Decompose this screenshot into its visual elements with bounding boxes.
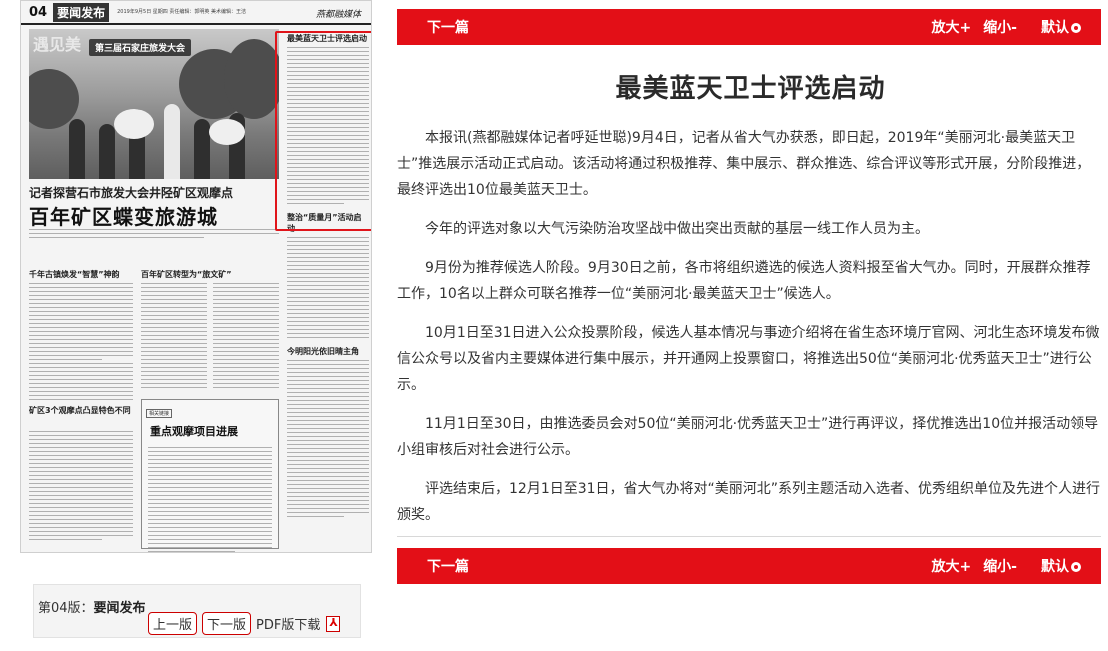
edition-name: 要闻发布	[93, 601, 146, 616]
paper-text-column	[29, 283, 133, 403]
paper-box-label: 相关链接	[146, 409, 173, 418]
newspaper-panel: 04 要闻发布 2019年9月5日 星期四 责任编辑：郭明英 美术编辑：王洁 燕…	[20, 0, 372, 553]
next-edition-button[interactable]: 下一版	[202, 612, 252, 635]
default-size-button[interactable]: 默认	[1029, 556, 1081, 576]
newspaper-page-image[interactable]: 04 要闻发布 2019年9月5日 星期四 责任编辑：郭明英 美术编辑：王洁 燕…	[20, 0, 372, 553]
article-paragraph: 10月1日至31日进入公众投票阶段，候选人基本情况与事迹介绍将在省生态环境厅官网…	[397, 325, 1100, 393]
page-info-panel: 第04版：要闻发布 上一版 下一版 PDF版下载	[33, 584, 361, 638]
article-title: 最美蓝天卫士评选启动	[615, 74, 886, 104]
default-size-button[interactable]: 默认	[1029, 17, 1081, 37]
paper-subheadline: 记者探营石市旅发大会井陉矿区观摩点	[29, 186, 234, 200]
paper-logo: 燕都融媒体	[315, 10, 361, 20]
zoom-in-button[interactable]: 放大+	[931, 556, 971, 576]
edition-label: 第04版：要闻发布	[38, 597, 146, 616]
paper-section-title: 百年矿区转型为“旅文矿”	[141, 270, 232, 279]
article-toolbar-top: 下一篇 放大+ 缩小- 默认	[397, 9, 1101, 45]
article-paragraph: 本报讯(燕都融媒体记者呼延世聪)9月4日，记者从省大气办获悉，即日起，2019年…	[397, 130, 1091, 198]
default-size-label: 默认	[1041, 20, 1069, 36]
article-toolbar-bottom: 下一篇 放大+ 缩小- 默认	[397, 548, 1101, 584]
paper-section-name: 要闻发布	[53, 2, 110, 22]
edition-prefix: 第04版：	[38, 601, 94, 616]
circle-icon	[1071, 23, 1081, 33]
paper-page-number: 04	[29, 4, 48, 20]
pdf-icon[interactable]	[326, 615, 341, 632]
font-size-controls: 放大+ 缩小- 默认	[919, 556, 1081, 576]
article-paragraph: 11月1日至30日，由推选委员会对50位“美丽河北·优秀蓝天卫士”进行再评议，择…	[397, 416, 1099, 458]
paper-strip-title: 今明阳光依旧晴主角	[287, 347, 359, 356]
paper-photo-deco: 遇见美	[33, 35, 82, 54]
next-article-link[interactable]: 下一篇	[427, 17, 469, 37]
prev-edition-button[interactable]: 上一版	[148, 612, 198, 635]
paper-section-title: 千年古镇焕发“智慧”神韵	[29, 270, 120, 279]
paper-header-meta: 2019年9月5日 星期四 责任编辑：郭明英 美术编辑：王洁	[117, 8, 246, 15]
paper-photo-banner: 第三届石家庄旅发大会	[89, 39, 192, 56]
article-paragraph: 今年的评选对象以大气污染防治攻坚战中做出突出贡献的基层一线工作人员为主。	[425, 221, 929, 237]
paper-header: 04 要闻发布 2019年9月5日 星期四 责任编辑：郭明英 美术编辑：王洁 燕…	[21, 1, 371, 25]
edition-nav: 上一版 下一版 PDF版下载	[148, 612, 341, 635]
paper-headline: 百年矿区蝶变旅游城	[29, 205, 218, 229]
default-size-label: 默认	[1041, 559, 1069, 575]
article-paragraph: 9月份为推荐候选人阶段。9月30日之前，各市将组织遴选的候选人资料报至省大气办。…	[397, 260, 1091, 302]
zoom-out-button[interactable]: 缩小-	[983, 556, 1017, 576]
paper-photo: 遇见美 第三届石家庄旅发大会	[29, 29, 279, 179]
font-size-controls: 放大+ 缩小- 默认	[919, 17, 1081, 37]
pdf-download-link[interactable]: PDF版下载	[256, 614, 320, 633]
circle-icon	[1071, 562, 1081, 572]
paper-lede-text	[29, 229, 279, 241]
paper-text-column	[213, 283, 279, 391]
paper-box-title: 重点观摩项目进展	[150, 425, 238, 438]
next-article-link[interactable]: 下一篇	[427, 556, 469, 576]
paper-text-column	[29, 431, 133, 543]
zoom-in-button[interactable]: 放大+	[931, 17, 971, 37]
zoom-out-button[interactable]: 缩小-	[983, 17, 1017, 37]
selected-article-highlight[interactable]	[275, 31, 371, 231]
article-body: 最美蓝天卫士评选启动 本报讯(燕都融媒体记者呼延世聪)9月4日，记者从省大气办获…	[397, 68, 1104, 541]
article-paragraph: 评选结束后，12月1日至31日，省大气办将对“美丽河北”系列主题活动入选者、优秀…	[397, 481, 1101, 523]
paper-text-column	[141, 283, 207, 391]
article-divider	[397, 536, 1101, 537]
paper-related-box: 相关链接 重点观摩项目进展	[141, 399, 279, 552]
paper-section-title: 矿区3个观摩点凸显特色不同	[29, 406, 131, 415]
